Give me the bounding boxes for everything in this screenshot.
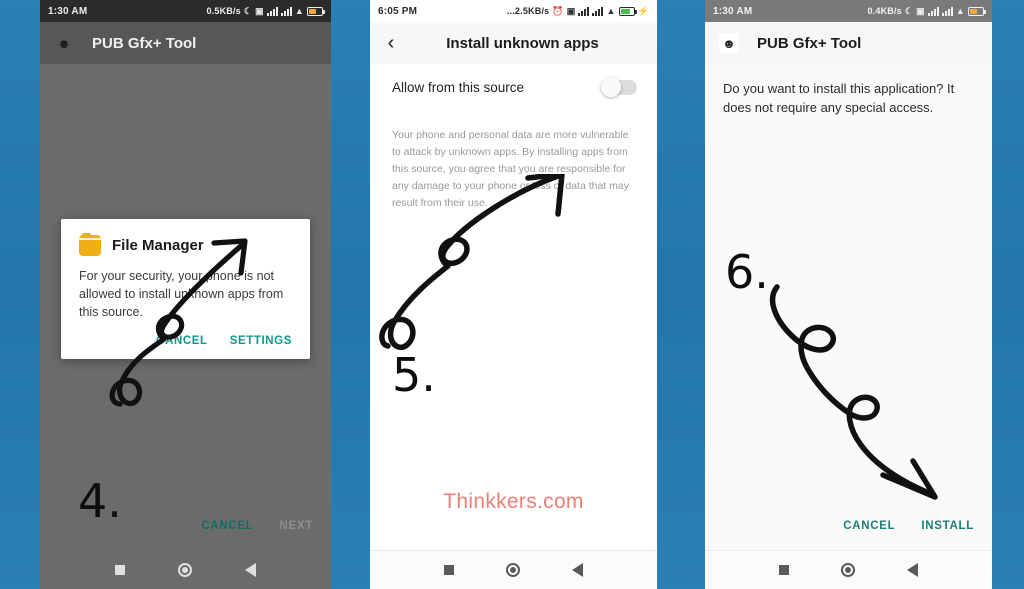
navigation-bar-1 bbox=[40, 550, 331, 589]
step-number-4: 4. bbox=[78, 474, 122, 528]
panel-1-action-row: CANCEL NEXT bbox=[201, 520, 313, 532]
network-speed-label: ...2.5KB/s bbox=[506, 6, 550, 16]
alarm-icon: ⏰ bbox=[552, 5, 564, 16]
signal-bars-icon-2 bbox=[280, 6, 292, 16]
dialog-settings-button[interactable]: SETTINGS bbox=[230, 335, 292, 347]
back-triangle-icon[interactable] bbox=[245, 562, 257, 577]
panel-3-action-row: CANCEL INSTALL bbox=[843, 520, 974, 532]
allow-from-source-row[interactable]: Allow from this source bbox=[370, 64, 657, 109]
recents-square-icon[interactable] bbox=[114, 564, 125, 575]
status-icon-group: 0.5KB/s ☾ ▣ ▲ bbox=[206, 5, 325, 17]
recents-square-icon[interactable] bbox=[444, 565, 454, 575]
moon-icon: ☾ bbox=[243, 5, 253, 16]
back-triangle-icon[interactable] bbox=[572, 563, 583, 577]
battery-icon bbox=[618, 6, 637, 16]
dialog-message: For your security, your phone is not all… bbox=[79, 269, 284, 320]
signal-bars-icon-2 bbox=[592, 6, 604, 16]
app-bar-2: ‹ Install unknown apps bbox=[370, 22, 657, 64]
cancel-button[interactable]: CANCEL bbox=[843, 520, 895, 532]
allow-from-source-label: Allow from this source bbox=[392, 80, 525, 95]
home-circle-icon[interactable] bbox=[177, 562, 192, 577]
annotation-arrow-6 bbox=[769, 284, 938, 500]
page-title: PUB Gfx+ Tool bbox=[92, 34, 197, 52]
screenshot-icon: ▣ bbox=[255, 5, 264, 16]
dialog-header: File Manager bbox=[79, 233, 292, 256]
network-speed-label: 0.4KB/s bbox=[867, 6, 902, 16]
app-bar-1: ☻ PUB Gfx+ Tool bbox=[40, 22, 331, 64]
navigation-bar-2 bbox=[370, 550, 657, 589]
status-time: 6:05 PM bbox=[378, 5, 418, 17]
navigation-bar-3 bbox=[705, 550, 992, 589]
screenshot-icon: ▣ bbox=[566, 5, 576, 16]
file-manager-dialog: File Manager For your security, your pho… bbox=[61, 219, 310, 360]
install-question-text: Do you want to install this application?… bbox=[723, 81, 955, 115]
step-number-5: 5. bbox=[392, 348, 436, 402]
network-speed-label: 0.5KB/s bbox=[206, 6, 241, 16]
phone-panel-3: 1:30 AM 0.4KB/s ☾ ▣ ▲ ☻ PUB Gfx+ Tool Do… bbox=[705, 0, 992, 589]
charging-bolt-icon: ⚡ bbox=[637, 5, 649, 16]
wifi-icon: ▲ bbox=[606, 6, 616, 16]
wifi-icon: ▲ bbox=[294, 6, 304, 16]
step-number-6: 6. bbox=[725, 245, 769, 299]
signal-bars-icon bbox=[927, 6, 939, 16]
watermark: Thinkkers.com bbox=[443, 490, 584, 513]
page-title: PUB Gfx+ Tool bbox=[757, 34, 862, 52]
dialog-cancel-button[interactable]: CANCEL bbox=[156, 335, 208, 347]
app-logo-icon: ☻ bbox=[57, 35, 71, 51]
home-circle-icon[interactable] bbox=[506, 563, 520, 577]
toggle-knob bbox=[601, 77, 621, 97]
status-time: 1:30 AM bbox=[48, 5, 88, 17]
battery-icon bbox=[307, 6, 325, 16]
next-button: NEXT bbox=[279, 520, 313, 532]
wifi-icon: ▲ bbox=[955, 6, 965, 16]
unknown-apps-help-text: Your phone and personal data are more vu… bbox=[392, 129, 629, 209]
phone-panel-2: 6:05 PM ...2.5KB/s ⏰ ▣ ▲ ⚡ ‹ Install unk… bbox=[370, 0, 657, 589]
signal-bars-icon bbox=[266, 6, 278, 16]
battery-icon bbox=[968, 6, 986, 16]
status-bar-2: 6:05 PM ...2.5KB/s ⏰ ▣ ▲ ⚡ bbox=[370, 0, 657, 22]
panel-3-body: Do you want to install this application?… bbox=[705, 64, 992, 550]
back-triangle-icon[interactable] bbox=[907, 563, 918, 577]
screenshot-icon: ▣ bbox=[916, 5, 925, 16]
signal-bars-icon-2 bbox=[941, 6, 953, 16]
signal-bars-icon bbox=[578, 6, 590, 16]
panel-1-body: File Manager For your security, your pho… bbox=[40, 64, 331, 550]
status-bar-1: 1:30 AM 0.5KB/s ☾ ▣ ▲ bbox=[40, 0, 331, 22]
dialog-title: File Manager bbox=[112, 237, 204, 254]
back-chevron-icon[interactable]: ‹ bbox=[382, 33, 400, 53]
allow-from-source-toggle[interactable] bbox=[601, 77, 637, 97]
folder-icon bbox=[79, 233, 101, 256]
app-bar-3: ☻ PUB Gfx+ Tool bbox=[705, 22, 992, 64]
dialog-action-row: CANCEL SETTINGS bbox=[79, 335, 292, 353]
home-circle-icon[interactable] bbox=[841, 563, 855, 577]
app-logo-icon: ☻ bbox=[719, 33, 739, 53]
install-button[interactable]: INSTALL bbox=[921, 520, 974, 532]
page-title: Install unknown apps bbox=[446, 34, 599, 52]
moon-icon: ☾ bbox=[904, 5, 914, 16]
cancel-button[interactable]: CANCEL bbox=[201, 520, 253, 532]
screenshot-stage: 1:30 AM 0.5KB/s ☾ ▣ ▲ ☻ PUB Gfx+ Tool Fi… bbox=[0, 0, 1024, 589]
recents-square-icon[interactable] bbox=[779, 565, 789, 575]
status-bar-3: 1:30 AM 0.4KB/s ☾ ▣ ▲ bbox=[705, 0, 992, 22]
status-icon-group: ...2.5KB/s ⏰ ▣ ▲ ⚡ bbox=[507, 6, 649, 17]
panel-2-body: Allow from this source Your phone and pe… bbox=[370, 64, 657, 550]
status-time: 1:30 AM bbox=[713, 5, 753, 17]
status-icon-group: 0.4KB/s ☾ ▣ ▲ bbox=[867, 5, 986, 17]
phone-panel-1: 1:30 AM 0.5KB/s ☾ ▣ ▲ ☻ PUB Gfx+ Tool Fi… bbox=[40, 0, 331, 589]
